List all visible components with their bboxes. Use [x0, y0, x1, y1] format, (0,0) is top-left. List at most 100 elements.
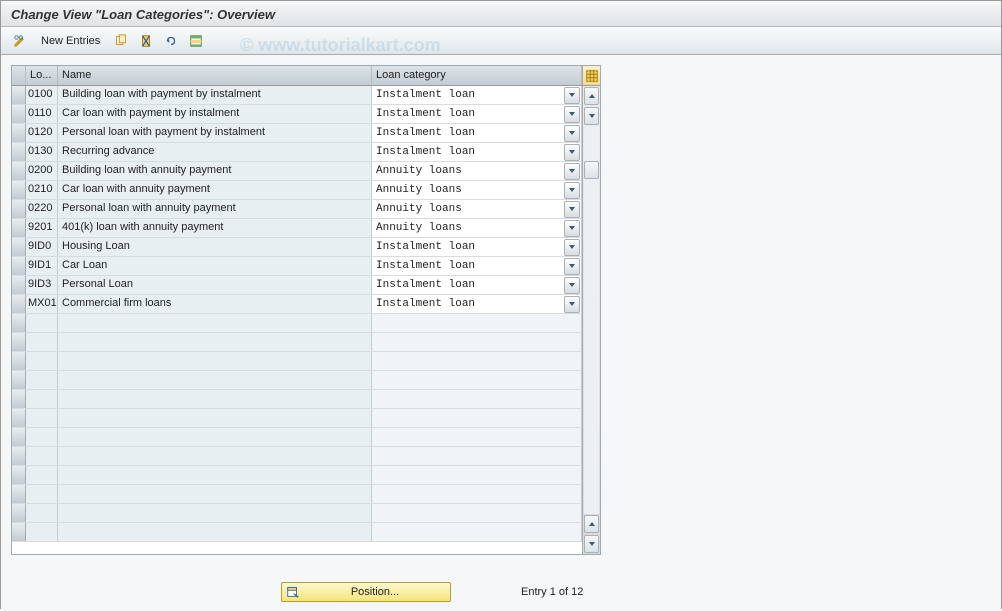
- dropdown-arrow-icon[interactable]: [564, 106, 580, 123]
- table-row[interactable]: 0210Car loan with annuity paymentAnnuity…: [12, 181, 582, 200]
- dropdown-arrow-icon[interactable]: [564, 296, 580, 313]
- row-selector[interactable]: [12, 485, 26, 503]
- dropdown-arrow-icon[interactable]: [564, 163, 580, 180]
- row-selector[interactable]: [12, 238, 26, 256]
- row-selector[interactable]: [12, 466, 26, 484]
- code-cell[interactable]: 9ID3: [26, 276, 58, 294]
- code-cell[interactable]: 0210: [26, 181, 58, 199]
- position-button[interactable]: Position...: [281, 582, 451, 602]
- table-row[interactable]: 0130Recurring advanceInstalment loan: [12, 143, 582, 162]
- code-cell[interactable]: 0220: [26, 200, 58, 218]
- category-cell[interactable]: Annuity loans: [372, 219, 582, 237]
- row-selector[interactable]: [12, 200, 26, 218]
- name-cell[interactable]: Personal loan with annuity payment: [58, 200, 372, 218]
- row-selector[interactable]: [12, 371, 26, 389]
- name-cell[interactable]: Building loan with annuity payment: [58, 162, 372, 180]
- table-row[interactable]: 9ID0Housing LoanInstalment loan: [12, 238, 582, 257]
- dropdown-arrow-icon[interactable]: [564, 87, 580, 104]
- row-selector[interactable]: [12, 390, 26, 408]
- category-cell[interactable]: Instalment loan: [372, 276, 582, 294]
- name-cell[interactable]: 401(k) loan with annuity payment: [58, 219, 372, 237]
- code-cell[interactable]: MX01: [26, 295, 58, 313]
- name-cell[interactable]: Personal Loan: [58, 276, 372, 294]
- table-row[interactable]: 0110Car loan with payment by instalmentI…: [12, 105, 582, 124]
- row-selector[interactable]: [12, 295, 26, 313]
- row-selector[interactable]: [12, 428, 26, 446]
- row-selector[interactable]: [12, 124, 26, 142]
- header-code[interactable]: Lo...: [26, 66, 58, 85]
- undo-button[interactable]: [160, 31, 182, 51]
- row-selector[interactable]: [12, 352, 26, 370]
- name-cell[interactable]: Car Loan: [58, 257, 372, 275]
- toggle-change-mode-button[interactable]: [9, 31, 31, 51]
- name-cell[interactable]: Housing Loan: [58, 238, 372, 256]
- dropdown-arrow-icon[interactable]: [564, 277, 580, 294]
- dropdown-arrow-icon[interactable]: [564, 144, 580, 161]
- scroll-thumb[interactable]: [584, 161, 599, 179]
- dropdown-arrow-icon[interactable]: [564, 201, 580, 218]
- code-cell[interactable]: 0120: [26, 124, 58, 142]
- category-cell[interactable]: Annuity loans: [372, 162, 582, 180]
- category-cell[interactable]: Instalment loan: [372, 105, 582, 123]
- code-cell[interactable]: 0130: [26, 143, 58, 161]
- row-selector[interactable]: [12, 523, 26, 541]
- dropdown-arrow-icon[interactable]: [564, 220, 580, 237]
- row-selector[interactable]: [12, 219, 26, 237]
- row-selector[interactable]: [12, 162, 26, 180]
- row-selector[interactable]: [12, 276, 26, 294]
- category-cell[interactable]: Annuity loans: [372, 200, 582, 218]
- dropdown-arrow-icon[interactable]: [564, 258, 580, 275]
- header-category[interactable]: Loan category: [372, 66, 582, 85]
- select-all-button[interactable]: [185, 31, 207, 51]
- code-cell[interactable]: 9201: [26, 219, 58, 237]
- category-cell[interactable]: Annuity loans: [372, 181, 582, 199]
- table-row[interactable]: 0100Building loan with payment by instal…: [12, 86, 582, 105]
- dropdown-arrow-icon[interactable]: [564, 239, 580, 256]
- category-cell[interactable]: Instalment loan: [372, 257, 582, 275]
- category-cell[interactable]: Instalment loan: [372, 143, 582, 161]
- category-cell[interactable]: Instalment loan: [372, 295, 582, 313]
- scroll-page-down-button[interactable]: [584, 107, 599, 125]
- table-settings-button[interactable]: [583, 66, 600, 86]
- header-name[interactable]: Name: [58, 66, 372, 85]
- name-cell[interactable]: Commercial firm loans: [58, 295, 372, 313]
- row-selector[interactable]: [12, 504, 26, 522]
- name-cell[interactable]: Recurring advance: [58, 143, 372, 161]
- copy-as-button[interactable]: [110, 31, 132, 51]
- row-selector[interactable]: [12, 257, 26, 275]
- scroll-down-button[interactable]: [584, 535, 599, 553]
- scroll-up-button[interactable]: [584, 87, 599, 105]
- code-cell[interactable]: 0200: [26, 162, 58, 180]
- table-row[interactable]: 0200Building loan with annuity paymentAn…: [12, 162, 582, 181]
- code-cell[interactable]: 9ID1: [26, 257, 58, 275]
- table-row[interactable]: MX01Commercial firm loansInstalment loan: [12, 295, 582, 314]
- row-selector[interactable]: [12, 314, 26, 332]
- table-row[interactable]: 0120Personal loan with payment by instal…: [12, 124, 582, 143]
- dropdown-arrow-icon[interactable]: [564, 182, 580, 199]
- name-cell[interactable]: Car loan with payment by instalment: [58, 105, 372, 123]
- row-selector[interactable]: [12, 86, 26, 104]
- table-row[interactable]: 9ID3Personal LoanInstalment loan: [12, 276, 582, 295]
- row-selector[interactable]: [12, 143, 26, 161]
- scroll-track[interactable]: [584, 126, 599, 514]
- row-selector[interactable]: [12, 105, 26, 123]
- name-cell[interactable]: Building loan with payment by instalment: [58, 86, 372, 104]
- category-cell[interactable]: Instalment loan: [372, 238, 582, 256]
- scroll-page-up-button[interactable]: [584, 515, 599, 533]
- category-cell[interactable]: Instalment loan: [372, 124, 582, 142]
- code-cell[interactable]: 0110: [26, 105, 58, 123]
- new-entries-button[interactable]: New Entries: [34, 31, 107, 51]
- code-cell[interactable]: 9ID0: [26, 238, 58, 256]
- name-cell[interactable]: Personal loan with payment by instalment: [58, 124, 372, 142]
- row-selector[interactable]: [12, 447, 26, 465]
- row-selector[interactable]: [12, 181, 26, 199]
- code-cell[interactable]: 0100: [26, 86, 58, 104]
- delete-button[interactable]: [135, 31, 157, 51]
- dropdown-arrow-icon[interactable]: [564, 125, 580, 142]
- row-selector[interactable]: [12, 333, 26, 351]
- name-cell[interactable]: Car loan with annuity payment: [58, 181, 372, 199]
- category-cell[interactable]: Instalment loan: [372, 86, 582, 104]
- row-selector[interactable]: [12, 409, 26, 427]
- table-row[interactable]: 9201401(k) loan with annuity paymentAnnu…: [12, 219, 582, 238]
- table-row[interactable]: 9ID1Car LoanInstalment loan: [12, 257, 582, 276]
